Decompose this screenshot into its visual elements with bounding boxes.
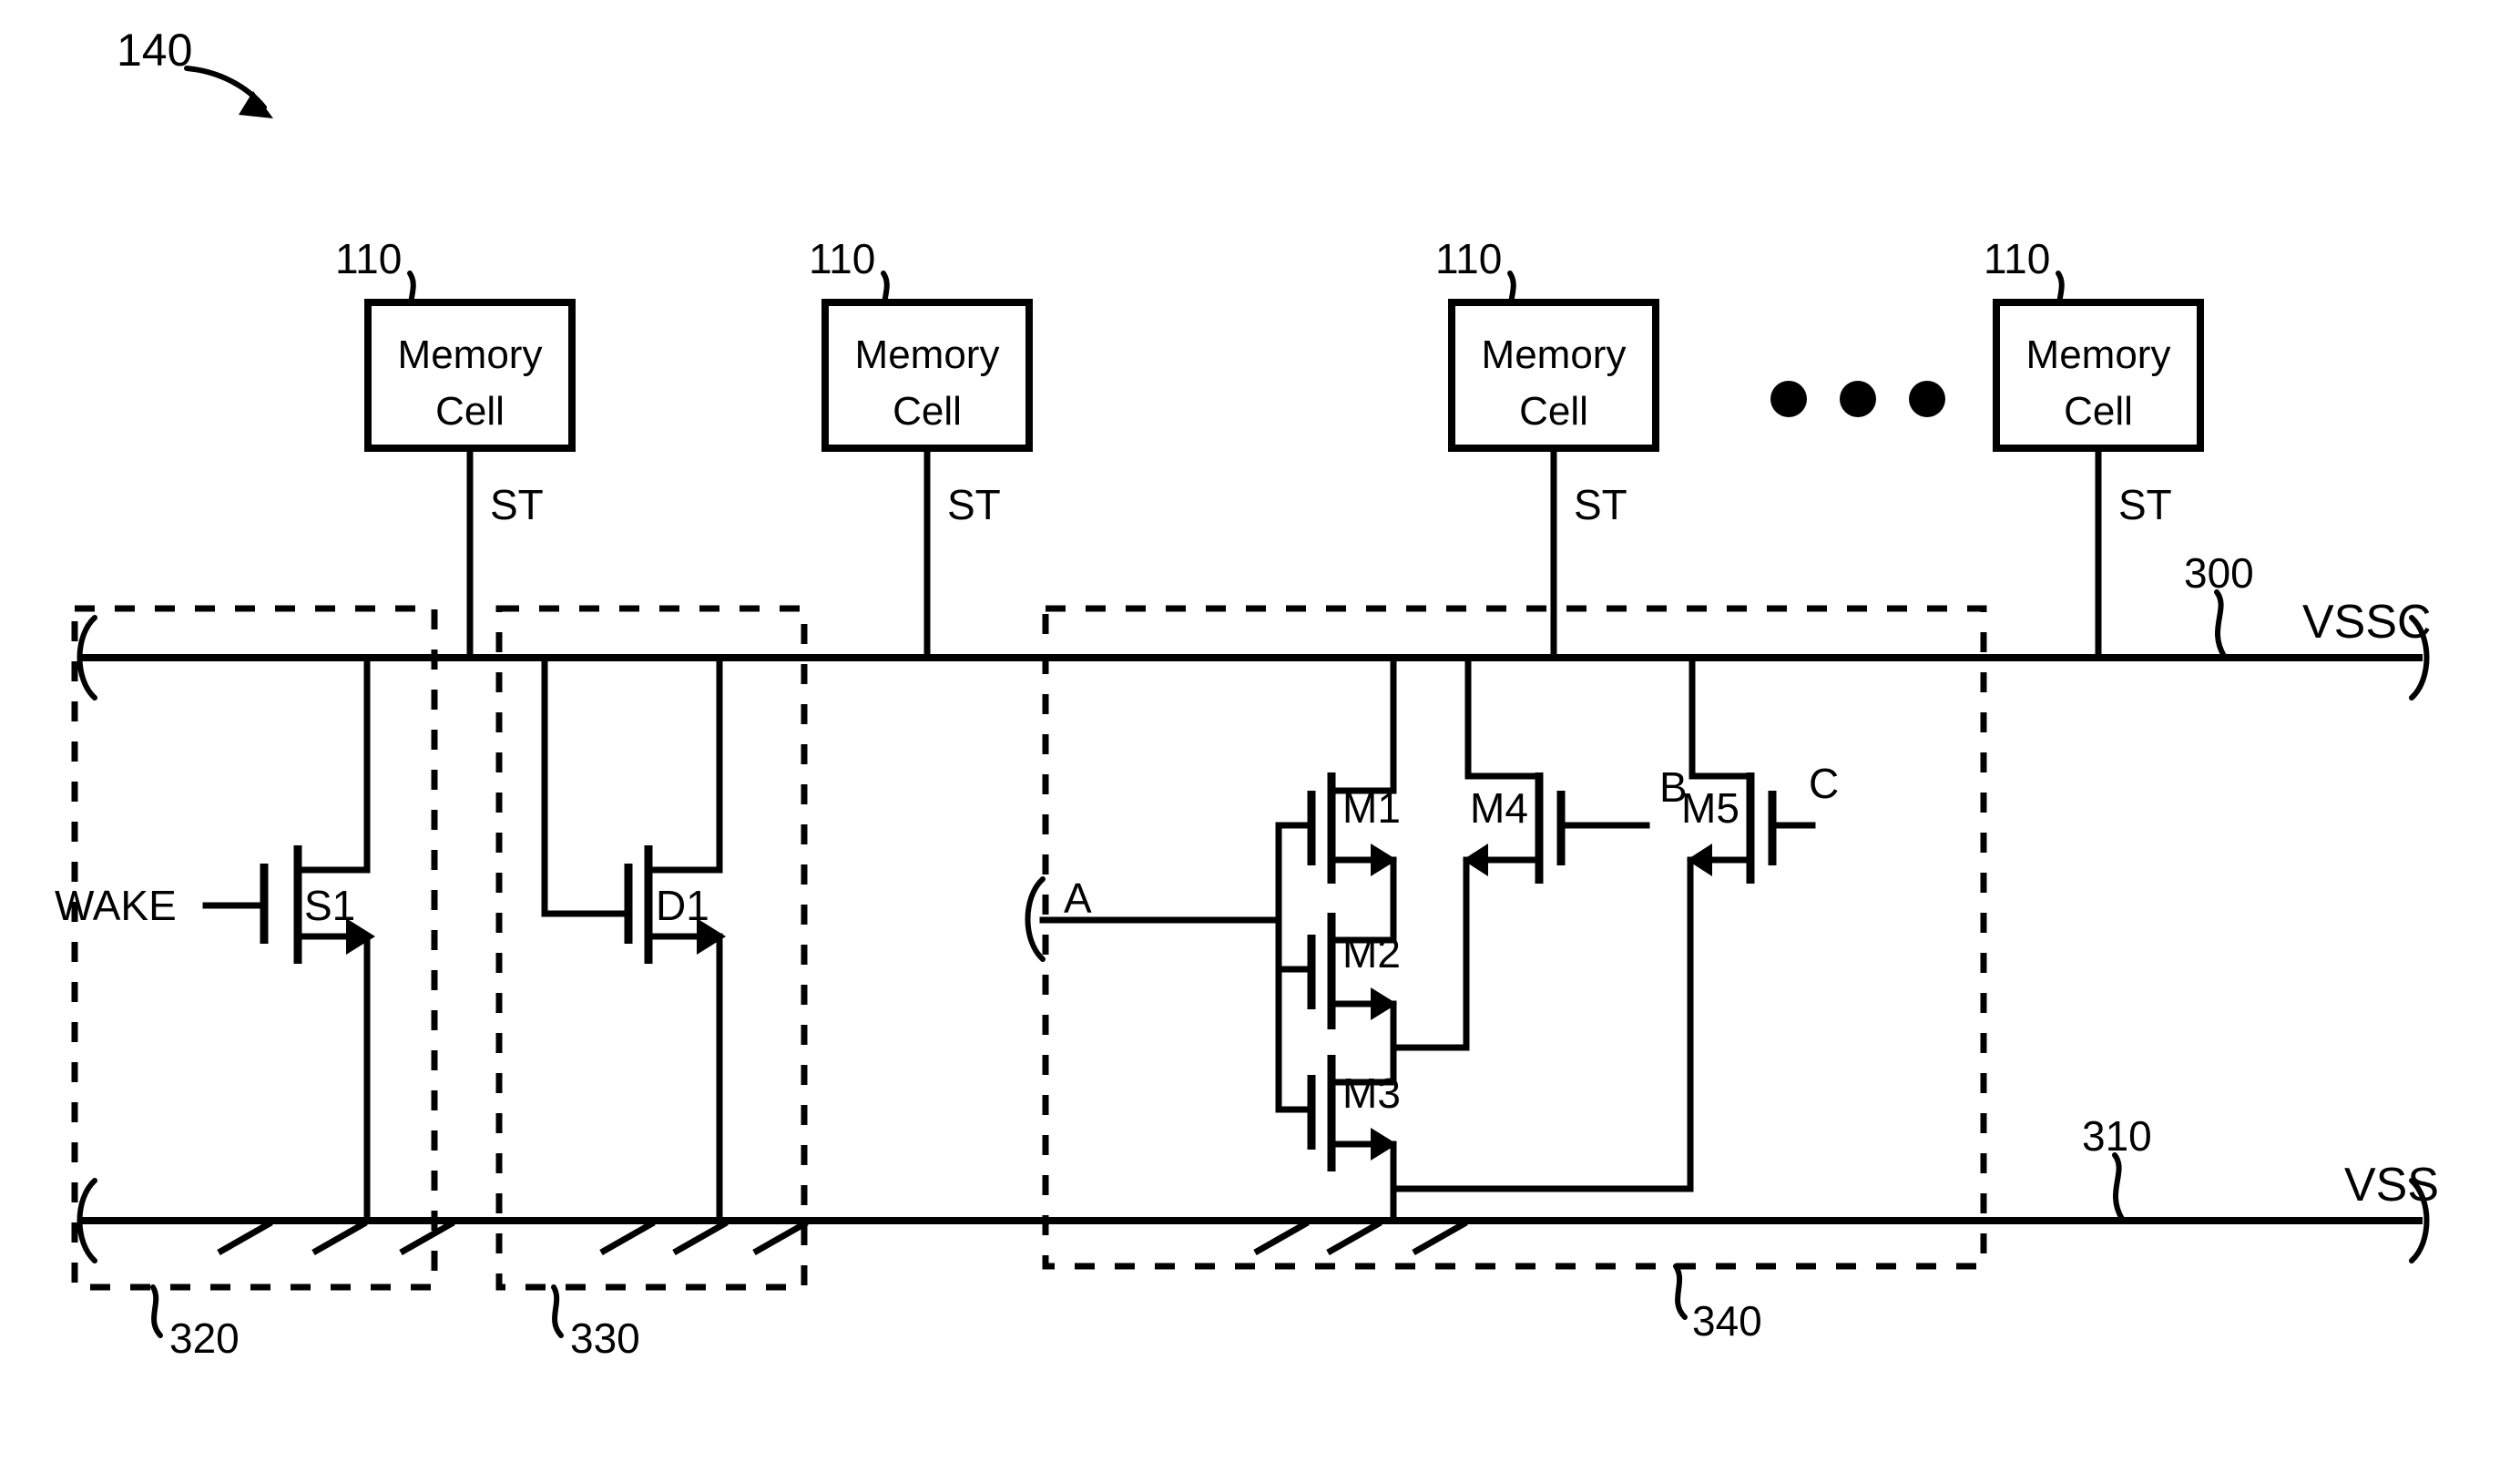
figure-number-label: 140 — [117, 25, 192, 76]
memory-cell-3-title-line1: Memory — [1482, 332, 1627, 377]
memory-cell-4-ref: 110 — [1984, 235, 2050, 282]
transistor-m1[interactable]: M1 — [1307, 654, 1401, 944]
memory-cell-4[interactable]: 110 Memory Cell ST — [1984, 235, 2204, 661]
memory-cell-2-ref: 110 — [809, 235, 875, 282]
memory-cell-4-title-line1: Memory — [2026, 332, 2171, 377]
m5-device-label: M5 — [1681, 784, 1740, 832]
leader-320 — [150, 1284, 163, 1338]
ref-label-310: 310 — [2082, 1112, 2152, 1160]
leader-340 — [1673, 1263, 1688, 1320]
node-c-label: C — [1809, 760, 1839, 807]
dashed-block-320: 320 — [71, 605, 438, 1362]
dashed-box-340-rect — [1042, 605, 1987, 1270]
ref-label-320: 320 — [169, 1314, 240, 1362]
leader-330 — [551, 1284, 564, 1338]
transistor-s1[interactable]: WAKE S1 — [55, 654, 375, 1224]
dashed-box-320-rect — [71, 605, 438, 1291]
ellipsis-dot-3 — [1909, 381, 1945, 417]
ellipsis-dot-1 — [1770, 381, 1807, 417]
m4-device-label: M4 — [1470, 784, 1528, 832]
transistor-m3[interactable]: M3 — [1307, 1055, 1401, 1224]
wake-signal-label: WAKE — [55, 882, 177, 929]
m3-device-label: M3 — [1342, 1069, 1401, 1117]
memory-cell-3-st-label: ST — [1574, 481, 1627, 528]
memory-cell-3[interactable]: 110 Memory Cell ST — [1435, 235, 1659, 661]
dashed-block-340: 340 — [1042, 605, 1987, 1345]
memory-cell-1-title-line2: Cell — [435, 389, 505, 434]
m2-device-label: M2 — [1342, 929, 1401, 977]
memory-cell-2-title-line1: Memory — [855, 332, 1000, 377]
vss-rail-label: VSS — [2344, 1159, 2439, 1212]
memory-cell-4-st-label: ST — [2118, 481, 2172, 528]
memory-cell-4-title-line2: Cell — [2064, 389, 2133, 434]
figure-canvas: 140 320 330 340 300 VSSC 310 VSS 110 Mem… — [0, 0, 2520, 1483]
leader-300 — [2214, 589, 2227, 659]
memory-cell-3-ref: 110 — [1435, 235, 1502, 282]
memory-cell-2[interactable]: 110 Memory Cell ST — [809, 235, 1033, 661]
memory-cell-1-title-line1: Memory — [398, 332, 543, 377]
node-a-group: A — [1025, 874, 1282, 962]
memory-cell-2-st-label: ST — [947, 481, 1001, 528]
ref-label-340: 340 — [1692, 1297, 1762, 1345]
memory-cell-1[interactable]: 110 Memory Cell ST — [335, 235, 576, 661]
figure-arrow-head — [239, 91, 273, 118]
leader-310 — [2112, 1152, 2125, 1222]
vssc-rail-label: VSSC — [2302, 596, 2432, 649]
ref-label-330: 330 — [570, 1314, 640, 1362]
d1-device-label: D1 — [656, 882, 709, 929]
transistor-d1[interactable]: D1 — [541, 654, 726, 1224]
ref-label-300: 300 — [2184, 549, 2254, 597]
memory-cell-1-st-label: ST — [490, 481, 544, 528]
memory-cell-1-ref: 110 — [335, 235, 402, 282]
transistor-m4[interactable]: B M4 — [1463, 654, 1688, 1051]
vss-ground-hash-marks — [217, 1219, 1468, 1256]
s1-device-label: S1 — [304, 882, 355, 929]
gate-bus-m1-m2-m3 — [1275, 822, 1315, 1113]
circuit-schematic: 140 320 330 340 300 VSSC 310 VSS 110 Mem… — [55, 25, 2439, 1362]
node-a-label: A — [1064, 874, 1092, 922]
ellipsis-dots — [1770, 381, 1945, 417]
m1-device-label: M1 — [1342, 784, 1401, 832]
ellipsis-dot-2 — [1840, 381, 1876, 417]
memory-cell-2-title-line2: Cell — [893, 389, 962, 434]
figure-number-group: 140 — [117, 25, 273, 118]
memory-cell-3-title-line2: Cell — [1519, 389, 1588, 434]
transistor-m5[interactable]: C M5 — [1390, 654, 1839, 1192]
